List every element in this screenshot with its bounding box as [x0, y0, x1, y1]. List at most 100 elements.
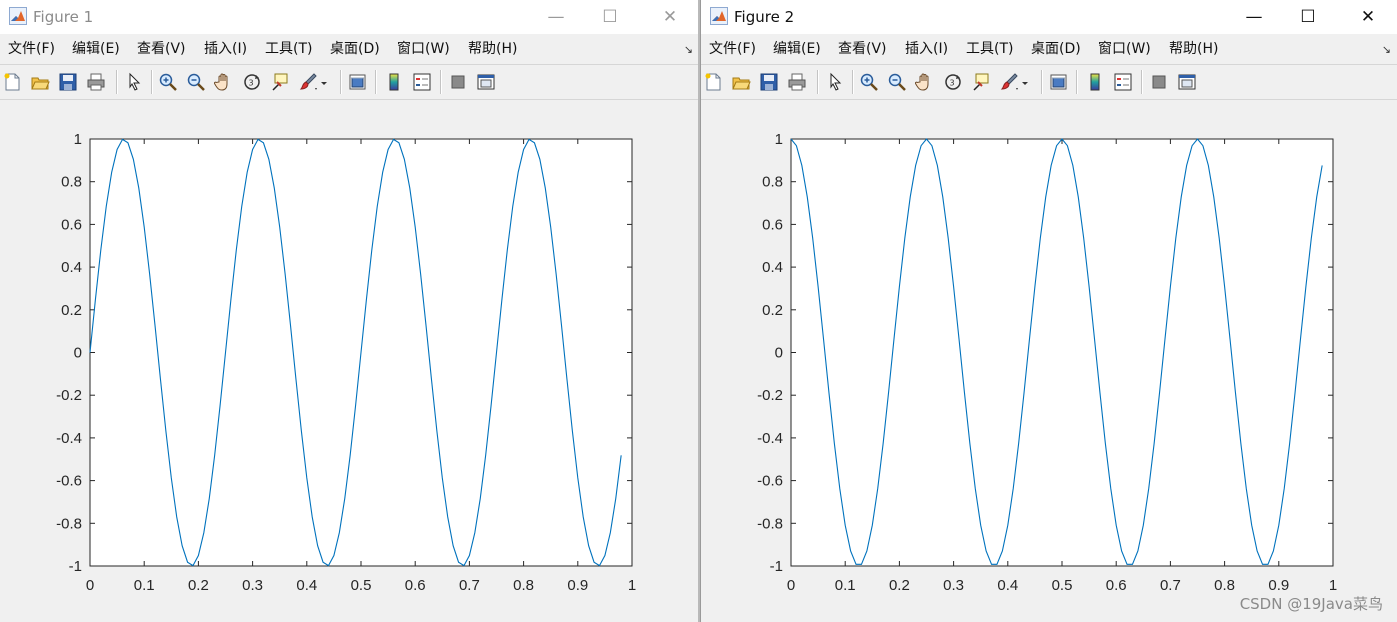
zoom-in-icon[interactable] [859, 72, 879, 92]
menu-edit[interactable]: 编辑(E) [773, 40, 821, 58]
y-tick-label: 0.6 [61, 216, 82, 233]
menu-window[interactable]: 窗口(W) [1098, 40, 1151, 58]
maximize-icon[interactable]: ☐ [587, 0, 633, 34]
menu-window[interactable]: 窗口(W) [397, 40, 450, 58]
y-tick-label: 1 [74, 131, 82, 148]
rotate-3d-icon[interactable]: 3 [242, 72, 262, 92]
show-plot-tools-icon[interactable] [476, 72, 496, 92]
y-tick-label: 0.8 [61, 174, 82, 191]
brush-icon[interactable] [999, 72, 1019, 92]
menu-insert[interactable]: 插入(I) [905, 40, 948, 58]
pointer-icon[interactable] [124, 72, 144, 92]
x-tick-label: 0.2 [889, 577, 910, 594]
new-figure-icon[interactable] [2, 72, 22, 92]
menu-tools[interactable]: 工具(T) [966, 40, 1013, 58]
y-tick-label: -1 [770, 558, 783, 575]
save-icon[interactable] [58, 72, 78, 92]
x-tick-label: 0.4 [296, 577, 317, 594]
link-plot-icon[interactable] [1049, 72, 1069, 92]
close-icon[interactable]: ✕ [1345, 0, 1391, 34]
close-icon[interactable]: ✕ [647, 0, 693, 34]
y-tick-label: 1 [775, 131, 783, 148]
x-tick-label: 0.5 [1052, 577, 1073, 594]
zoom-out-icon[interactable] [887, 72, 907, 92]
svg-text:3: 3 [950, 79, 955, 88]
menu-insert[interactable]: 插入(I) [204, 40, 247, 58]
toolbar-separator [817, 70, 819, 94]
maximize-icon[interactable]: ☐ [1285, 0, 1331, 34]
pan-hand-icon[interactable] [214, 72, 234, 92]
y-tick-label: 0.4 [762, 259, 783, 276]
show-plot-tools-icon[interactable] [1177, 72, 1197, 92]
y-tick-label: 0.2 [762, 302, 783, 319]
x-tick-label: 0.3 [943, 577, 964, 594]
colorbar-icon[interactable] [1085, 72, 1105, 92]
toolbar-separator [340, 70, 342, 94]
x-tick-label: 0 [787, 577, 795, 594]
legend-icon[interactable] [412, 72, 432, 92]
data-cursor-icon[interactable] [270, 72, 290, 92]
menu-help[interactable]: 帮助(H) [1169, 40, 1218, 58]
x-tick-label: 1 [1329, 577, 1337, 594]
menu-bar: 文件(F) 编辑(E) 查看(V) 插入(I) 工具(T) 桌面(D) 窗口(W… [0, 37, 699, 61]
toolbar-separator [440, 70, 442, 94]
menu-tools[interactable]: 工具(T) [265, 40, 312, 58]
toolbar-separator [852, 70, 854, 94]
toolbar-separator [1141, 70, 1143, 94]
x-tick-label: 0.4 [997, 577, 1018, 594]
dock-arrow-icon[interactable]: ↘ [684, 43, 693, 56]
print-icon[interactable] [86, 72, 106, 92]
minimize-icon[interactable]: — [533, 0, 579, 34]
brush-dropdown-icon[interactable] [1021, 72, 1029, 92]
data-cursor-icon[interactable] [971, 72, 991, 92]
x-tick-label: 0.6 [405, 577, 426, 594]
brush-icon[interactable] [298, 72, 318, 92]
zoom-out-icon[interactable] [186, 72, 206, 92]
y-tick-label: -0.4 [56, 430, 82, 447]
y-tick-label: 0.6 [762, 216, 783, 233]
menu-desktop[interactable]: 桌面(D) [330, 40, 380, 58]
new-figure-icon[interactable] [703, 72, 723, 92]
minimize-icon[interactable]: — [1231, 0, 1277, 34]
menu-desktop[interactable]: 桌面(D) [1031, 40, 1081, 58]
title-bar[interactable]: Figure 1 — ☐ ✕ [0, 0, 699, 34]
pan-hand-icon[interactable] [915, 72, 935, 92]
y-tick-label: -0.4 [757, 430, 783, 447]
plot-svg: 0 0.1 0.2 0.3 0.4 0.5 0.6 0.7 0.8 0.9 1 1 0.8 0.6 0.4 0… [757, 131, 1337, 594]
open-file-icon[interactable] [731, 72, 751, 92]
toolbar-separator [1041, 70, 1043, 94]
axes-box[interactable] [790, 138, 1334, 567]
y-tick-label: -1 [69, 558, 82, 575]
hide-plot-tools-icon[interactable] [448, 72, 468, 92]
title-bar[interactable]: Figure 2 — ☐ ✕ [701, 0, 1397, 34]
menu-file[interactable]: 文件(F) [8, 40, 55, 58]
zoom-in-icon[interactable] [158, 72, 178, 92]
open-file-icon[interactable] [30, 72, 50, 92]
colorbar-icon[interactable] [384, 72, 404, 92]
legend-icon[interactable] [1113, 72, 1133, 92]
menu-file[interactable]: 文件(F) [709, 40, 756, 58]
hide-plot-tools-icon[interactable] [1149, 72, 1169, 92]
rotate-3d-icon[interactable]: 3 [943, 72, 963, 92]
svg-text:3: 3 [249, 79, 254, 88]
figure-area: 0 0.1 0.2 0.3 0.4 0.5 0.6 0.7 0.8 0.9 1 1 0.8 0.6 0.4 0… [0, 99, 699, 622]
y-tick-label: -0.8 [56, 515, 82, 532]
print-icon[interactable] [787, 72, 807, 92]
x-tick-label: 1 [628, 577, 636, 594]
x-tick-label: 0.1 [835, 577, 856, 594]
menu-view[interactable]: 查看(V) [137, 40, 186, 58]
menu-edit[interactable]: 编辑(E) [72, 40, 120, 58]
link-plot-icon[interactable] [348, 72, 368, 92]
pointer-icon[interactable] [825, 72, 845, 92]
menu-help[interactable]: 帮助(H) [468, 40, 517, 58]
dock-arrow-icon[interactable]: ↘ [1382, 43, 1391, 56]
window-title: Figure 1 [33, 8, 94, 26]
menu-view[interactable]: 查看(V) [838, 40, 887, 58]
save-icon[interactable] [759, 72, 779, 92]
brush-dropdown-icon[interactable] [320, 72, 328, 92]
x-tick-label: 0.7 [1160, 577, 1181, 594]
figure-toolbar: 3 [701, 64, 1397, 100]
figure-toolbar: 3 [0, 64, 699, 100]
x-tick-label: 0.9 [567, 577, 588, 594]
y-tick-label: 0.4 [61, 259, 82, 276]
